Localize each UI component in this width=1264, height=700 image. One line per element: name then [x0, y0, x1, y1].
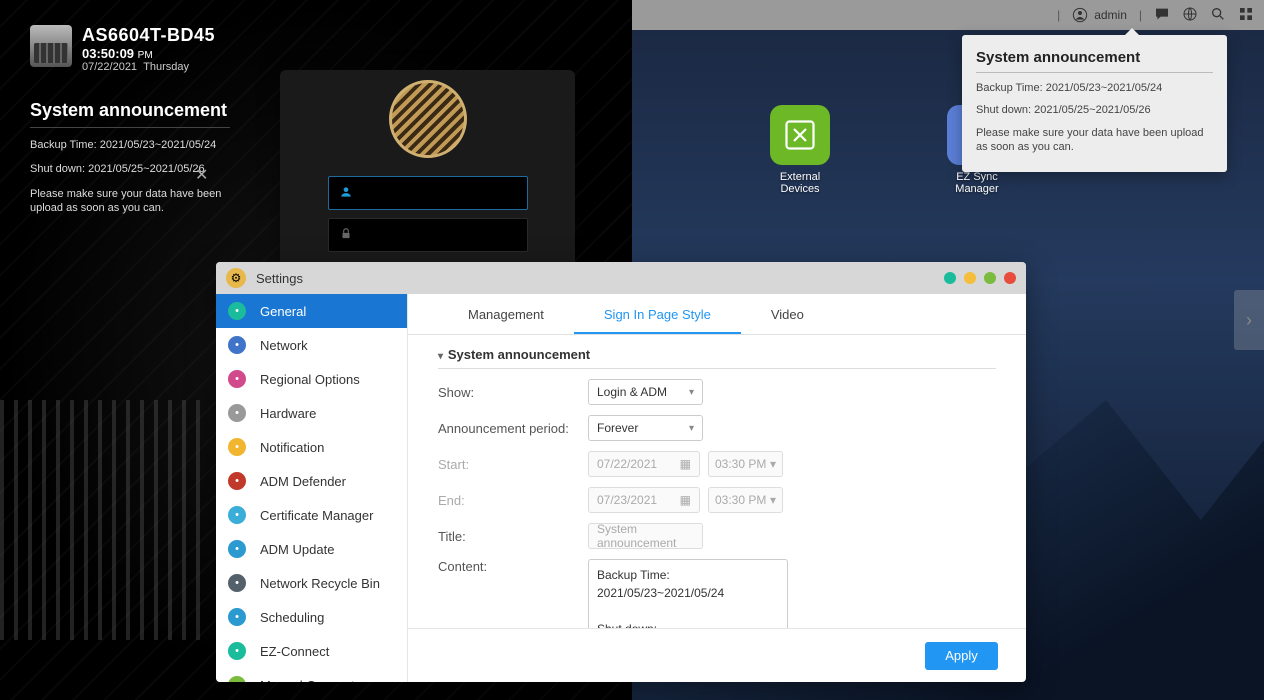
popover-title: System announcement — [976, 49, 1213, 73]
username-input[interactable] — [328, 176, 528, 210]
chevron-down-icon: ▾ — [689, 387, 694, 398]
settings-sidebar: •General•Network•Regional Options•Hardwa… — [216, 294, 408, 682]
end-time-input[interactable]: 03:30 PM▾ — [708, 487, 783, 513]
sidebar-icon: • — [228, 472, 246, 490]
sidebar-item-manual-connect[interactable]: •Manual Connect — [216, 668, 407, 682]
content-textarea[interactable]: Backup Time: 2021/05/23~2021/05/24 Shut … — [588, 559, 788, 628]
window-dot-3[interactable] — [984, 272, 996, 284]
sidebar-icon: • — [228, 540, 246, 558]
chevron-down-icon: ▾ — [770, 493, 776, 507]
settings-footer: Apply — [408, 628, 1026, 682]
desktop-topbar: | admin | — [632, 0, 1264, 30]
window-dot-4[interactable] — [1004, 272, 1016, 284]
grid-icon[interactable] — [1238, 6, 1254, 25]
sidebar-item-certificate-manager[interactable]: •Certificate Manager — [216, 498, 407, 532]
announcement-popover: System announcement Backup Time: 2021/05… — [962, 35, 1227, 172]
sidebar-icon: • — [228, 676, 246, 682]
tab-sign-in-page-style[interactable]: Sign In Page Style — [574, 294, 741, 334]
sidebar-icon: • — [228, 608, 246, 626]
window-dot-2[interactable] — [964, 272, 976, 284]
side-drawer-handle[interactable]: › — [1234, 290, 1264, 350]
sidebar-item-scheduling[interactable]: •Scheduling — [216, 600, 407, 634]
sidebar-item-notification[interactable]: •Notification — [216, 430, 407, 464]
sidebar-icon: • — [228, 438, 246, 456]
password-input[interactable] — [328, 218, 528, 252]
chevron-down-icon: ▾ — [770, 457, 776, 471]
lock-icon — [339, 227, 353, 244]
sidebar-item-regional-options[interactable]: •Regional Options — [216, 362, 407, 396]
sidebar-icon: • — [228, 506, 246, 524]
sidebar-icon: • — [228, 642, 246, 660]
login-announcement-title: System announcement — [30, 100, 230, 128]
device-date: 07/22/2021 Thursday — [82, 61, 215, 73]
sidebar-icon: • — [228, 370, 246, 388]
decorative-bars — [0, 400, 200, 640]
sidebar-item-network[interactable]: •Network — [216, 328, 407, 362]
show-select[interactable]: Login & ADM▾ — [588, 379, 703, 405]
desktop-icon-external-devices[interactable]: External Devices — [760, 105, 840, 195]
sidebar-item-adm-update[interactable]: •ADM Update — [216, 532, 407, 566]
external-devices-icon — [770, 105, 830, 165]
sidebar-item-adm-defender[interactable]: •ADM Defender — [216, 464, 407, 498]
sidebar-icon: • — [228, 302, 246, 320]
tab-video[interactable]: Video — [741, 294, 834, 334]
user-icon — [1072, 7, 1088, 23]
calendar-icon: ▦ — [680, 493, 691, 507]
calendar-icon: ▦ — [680, 457, 691, 471]
nas-icon — [30, 25, 72, 67]
sidebar-icon: • — [228, 336, 246, 354]
settings-content: System announcement Show: Login & ADM▾ A… — [408, 335, 1026, 628]
device-time: 03:50:09 PM — [82, 46, 215, 61]
settings-tabs: ManagementSign In Page StyleVideo — [408, 294, 1026, 335]
user-icon — [339, 185, 353, 202]
topbar-user[interactable]: admin — [1072, 7, 1127, 23]
device-header: AS6604T-BD45 03:50:09 PM 07/22/2021 Thur… — [30, 25, 215, 73]
settings-window: ⚙ Settings •General•Network•Regional Opt… — [216, 262, 1026, 682]
sidebar-item-hardware[interactable]: •Hardware — [216, 396, 407, 430]
sidebar-item-general[interactable]: •General — [216, 294, 407, 328]
chevron-down-icon: ▾ — [689, 423, 694, 434]
close-icon[interactable]: ✕ — [195, 165, 208, 185]
sidebar-icon: • — [228, 404, 246, 422]
title-input[interactable]: System announcement — [588, 523, 703, 549]
login-announcement-panel: System announcement Backup Time: 2021/05… — [30, 100, 230, 225]
device-model: AS6604T-BD45 — [82, 25, 215, 46]
section-header[interactable]: System announcement — [438, 347, 996, 369]
start-time-input[interactable]: 03:30 PM▾ — [708, 451, 783, 477]
globe-icon[interactable] — [1182, 6, 1198, 25]
gear-icon: ⚙ — [226, 268, 246, 288]
message-icon[interactable] — [1154, 6, 1170, 25]
sidebar-icon: • — [228, 574, 246, 592]
period-select[interactable]: Forever▾ — [588, 415, 703, 441]
start-date-input[interactable]: 07/22/2021▦ — [588, 451, 700, 477]
search-icon[interactable] — [1210, 6, 1226, 25]
end-date-input[interactable]: 07/23/2021▦ — [588, 487, 700, 513]
window-titlebar[interactable]: ⚙ Settings — [216, 262, 1026, 294]
window-dot-1[interactable] — [944, 272, 956, 284]
apply-button[interactable]: Apply — [925, 642, 998, 670]
sidebar-item-ez-connect[interactable]: •EZ-Connect — [216, 634, 407, 668]
sidebar-item-network-recycle-bin[interactable]: •Network Recycle Bin — [216, 566, 407, 600]
tab-management[interactable]: Management — [438, 294, 574, 334]
avatar — [389, 80, 467, 158]
